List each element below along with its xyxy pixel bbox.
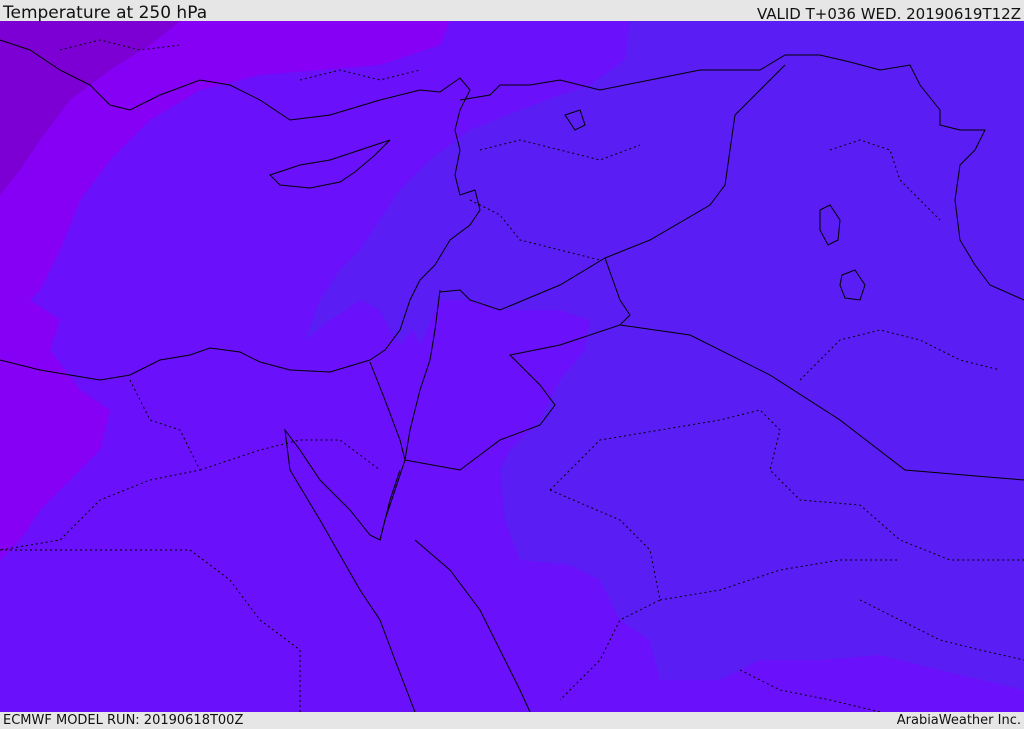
model-run: ECMWF MODEL RUN: 20190618T00Z bbox=[3, 713, 244, 728]
credit: ArabiaWeather Inc. bbox=[896, 713, 1021, 728]
footer-bar: ECMWF MODEL RUN: 20190618T00Z ArabiaWeat… bbox=[0, 712, 1024, 729]
map-area bbox=[0, 21, 1024, 712]
temperature-map bbox=[0, 21, 1024, 712]
map-title: Temperature at 250 hPa bbox=[3, 3, 208, 23]
title-bar: Temperature at 250 hPa VALID T+036 WED. … bbox=[0, 0, 1024, 23]
valid-time: VALID T+036 WED. 20190619T12Z bbox=[756, 5, 1021, 23]
